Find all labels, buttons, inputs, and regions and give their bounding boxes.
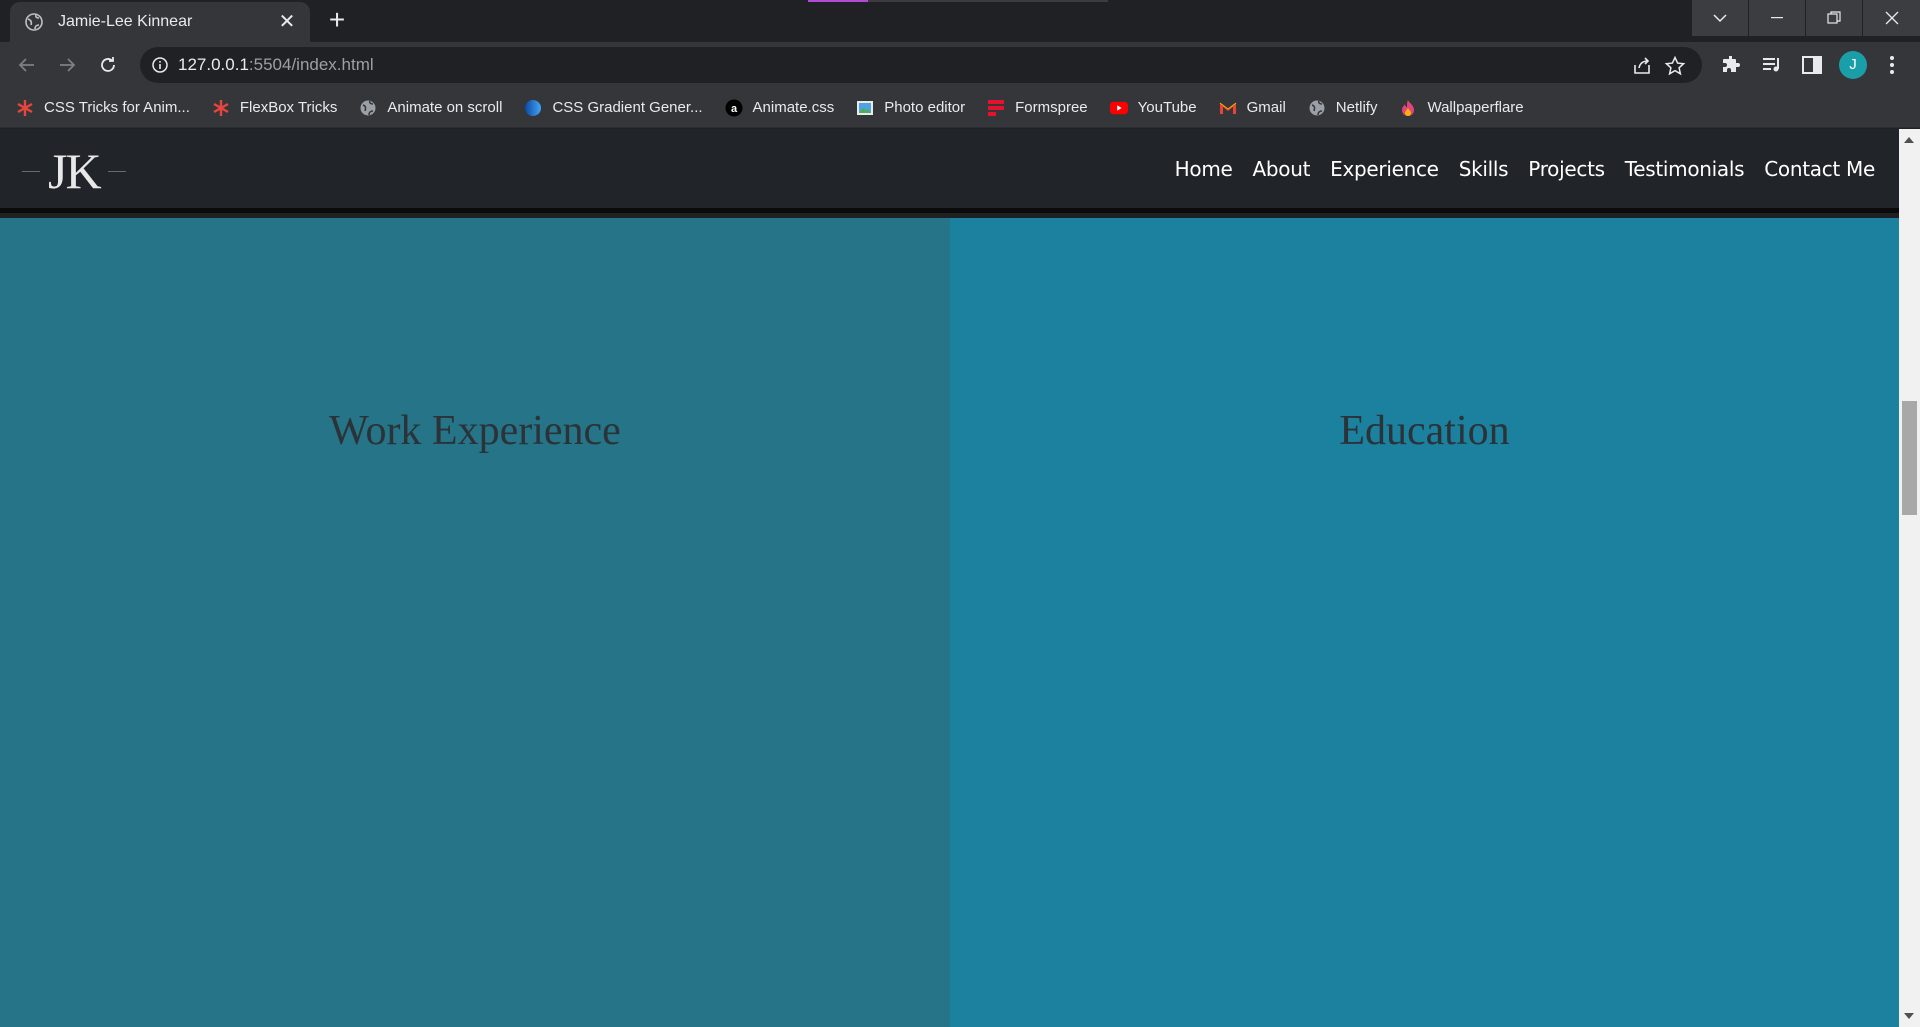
bookmark-label: Netlify xyxy=(1335,99,1378,116)
site-logo[interactable]: JK xyxy=(22,141,126,201)
star-icon[interactable] xyxy=(1664,55,1686,77)
page-viewport: JK Home About Experience Skills Projects… xyxy=(0,129,1920,1027)
bookmark-item[interactable]: FlexBox Tricks xyxy=(212,94,338,122)
more-menu-icon[interactable] xyxy=(1882,52,1902,78)
media-control-icon[interactable] xyxy=(1760,53,1784,77)
close-window-button[interactable] xyxy=(1863,0,1920,36)
formspree-icon xyxy=(987,99,1005,117)
activity-indicator-track xyxy=(868,0,1108,2)
bookmark-label: Gmail xyxy=(1246,99,1286,116)
amazon-icon: a xyxy=(725,99,743,117)
nav-about[interactable]: About xyxy=(1253,157,1311,181)
bookmark-item[interactable]: Animate on scroll xyxy=(359,94,502,122)
youtube-icon xyxy=(1109,99,1128,117)
site-nav: Home About Experience Skills Projects Te… xyxy=(1155,157,1876,181)
asterisk-icon xyxy=(16,99,34,117)
page-scrollbar[interactable] xyxy=(1899,129,1920,1027)
browser-toolbar: 127.0.0.1:5504/index.html J xyxy=(0,42,1920,88)
url-host: 127.0.0.1 xyxy=(178,55,249,74)
logo-dash-left xyxy=(22,170,40,172)
globe-icon xyxy=(359,99,377,117)
tab-strip: Jamie-Lee Kinnear ✕ + xyxy=(0,0,1920,42)
address-bar[interactable]: 127.0.0.1:5504/index.html xyxy=(140,47,1702,83)
bookmark-item[interactable]: Photo editor xyxy=(856,94,965,122)
share-icon[interactable] xyxy=(1631,55,1653,77)
arrow-right-icon xyxy=(60,58,76,72)
new-tab-button[interactable]: + xyxy=(318,6,356,36)
reload-button[interactable] xyxy=(93,50,123,80)
bookmark-item[interactable]: Netlify xyxy=(1308,94,1378,122)
nav-projects[interactable]: Projects xyxy=(1528,157,1605,181)
restore-button[interactable] xyxy=(1806,0,1862,36)
profile-avatar[interactable]: J xyxy=(1839,51,1867,79)
scroll-up-arrow-icon[interactable] xyxy=(1904,137,1914,143)
globe-icon xyxy=(25,13,43,31)
nav-testimonials[interactable]: Testimonials xyxy=(1625,157,1745,181)
tab-title: Jamie-Lee Kinnear xyxy=(58,13,193,30)
work-experience-panel: Work Experience xyxy=(0,218,950,1027)
scrollbar-thumb[interactable] xyxy=(1902,401,1917,515)
side-panel-icon[interactable] xyxy=(1800,53,1824,77)
nav-skills[interactable]: Skills xyxy=(1459,157,1509,181)
nav-experience[interactable]: Experience xyxy=(1330,157,1439,181)
chevron-down-icon xyxy=(1713,14,1727,23)
bookmark-label: CSS Gradient Gener... xyxy=(552,99,703,116)
globe-icon xyxy=(1308,99,1326,117)
gradient-icon xyxy=(524,99,542,117)
bookmark-item[interactable]: Wallpaperflare xyxy=(1399,94,1524,122)
education-heading: Education xyxy=(1339,408,1510,454)
forward-button[interactable] xyxy=(52,50,82,80)
bookmark-label: YouTube xyxy=(1137,99,1197,116)
bookmark-label: Animate on scroll xyxy=(387,99,503,116)
bookmark-item[interactable]: YouTube xyxy=(1109,94,1197,122)
nav-contact-me[interactable]: Contact Me xyxy=(1764,157,1875,181)
flame-icon xyxy=(1399,99,1417,117)
asterisk-icon xyxy=(212,99,230,117)
svg-text:a: a xyxy=(730,103,737,115)
logo-dash-right xyxy=(107,170,126,172)
bookmark-label: Animate.css xyxy=(752,99,835,116)
site-header: JK Home About Experience Skills Projects… xyxy=(0,129,1899,213)
close-icon xyxy=(1885,11,1898,25)
extensions-icon[interactable] xyxy=(1719,53,1743,77)
activity-indicator xyxy=(808,0,868,2)
bookmark-label: Wallpaperflare xyxy=(1427,99,1524,116)
restore-icon xyxy=(1827,11,1841,24)
tab-close-icon[interactable]: ✕ xyxy=(276,12,298,32)
minimize-button[interactable] xyxy=(1749,0,1805,36)
back-button[interactable] xyxy=(12,50,42,80)
scroll-down-arrow-icon[interactable] xyxy=(1904,1013,1914,1019)
bookmark-label: Formspree xyxy=(1015,99,1088,116)
bookmark-item[interactable]: a Animate.css xyxy=(725,94,835,122)
logo-text: JK xyxy=(48,143,102,199)
education-panel: Education xyxy=(950,218,1899,1027)
bookmark-item[interactable]: Gmail xyxy=(1219,94,1286,122)
browser-tab[interactable]: Jamie-Lee Kinnear ✕ xyxy=(10,2,310,42)
work-experience-heading: Work Experience xyxy=(329,408,621,454)
bookmark-label: Photo editor xyxy=(884,99,966,116)
bookmarks-bar: CSS Tricks for Anim... FlexBox Tricks Anim… xyxy=(0,88,1920,128)
bookmark-label: FlexBox Tricks xyxy=(239,99,338,116)
reload-icon xyxy=(101,57,115,72)
arrow-left-icon xyxy=(18,58,34,72)
url-text: 127.0.0.1:5504/index.html xyxy=(178,55,374,75)
bookmark-item[interactable]: CSS Gradient Gener... xyxy=(524,94,703,122)
gmail-icon xyxy=(1219,99,1237,117)
info-icon[interactable] xyxy=(150,55,170,75)
nav-home[interactable]: Home xyxy=(1175,157,1233,181)
tab-search-button[interactable] xyxy=(1692,0,1748,36)
image-icon xyxy=(856,99,874,117)
bookmark-label: CSS Tricks for Anim... xyxy=(44,99,190,116)
bookmark-item[interactable]: CSS Tricks for Anim... xyxy=(16,94,190,122)
minimize-icon xyxy=(1771,17,1783,19)
url-path: :5504/index.html xyxy=(248,55,374,74)
bookmark-item[interactable]: Formspree xyxy=(987,94,1088,122)
